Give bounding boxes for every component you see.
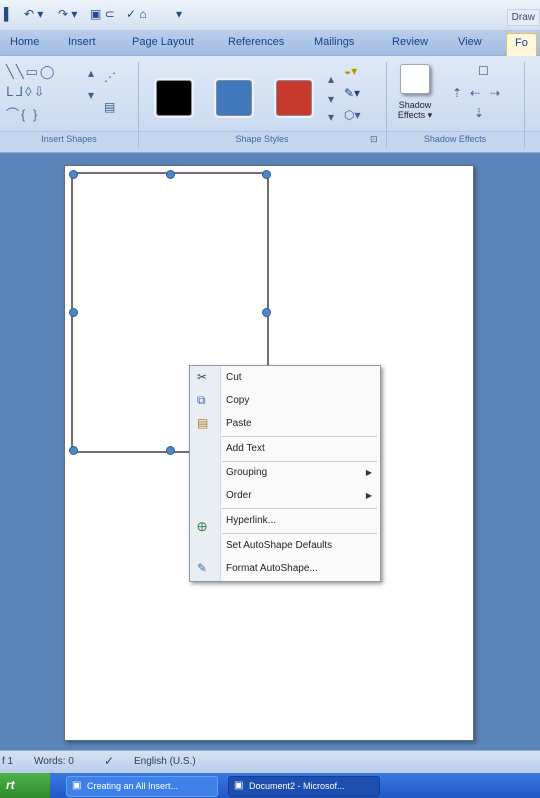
- shapes-scroll-down-icon[interactable]: ▾: [88, 88, 94, 102]
- resize-handle-top[interactable]: [166, 170, 175, 179]
- resize-handle-right[interactable]: [262, 308, 271, 317]
- tab-mailings[interactable]: Mailings: [314, 36, 354, 48]
- context-menu: ✂ Cut ⧉ Copy ▤ Paste Add Text Grouping ▶…: [189, 365, 381, 582]
- shape-outline-icon[interactable]: ✎▾: [344, 86, 360, 100]
- shapes-row-3-icon[interactable]: ⌒{ }: [6, 104, 39, 123]
- print-preview-icon[interactable]: ▣ ⊂: [90, 7, 115, 21]
- hyperlink-icon: 🜨: [197, 520, 208, 534]
- resize-handle-left[interactable]: [69, 308, 78, 317]
- tab-view[interactable]: View: [458, 36, 482, 48]
- word-icon: ▣: [234, 780, 244, 791]
- customize-icon[interactable]: ▾: [176, 7, 182, 21]
- shapes-row-1-icon[interactable]: ╲╲▭◯: [6, 64, 57, 80]
- menu-separator: [222, 508, 377, 509]
- nudge-shadow-up-icon[interactable]: ⇡: [452, 86, 462, 100]
- change-shape-icon[interactable]: ⬡▾: [344, 108, 361, 122]
- format-shape-icon: ✎: [197, 561, 208, 575]
- menu-separator: [222, 533, 377, 534]
- shadow-on-off-icon[interactable]: ☐: [478, 64, 489, 78]
- spelling-icon[interactable]: ✓ ⌂: [126, 7, 147, 21]
- save-icon[interactable]: ▌: [4, 7, 13, 21]
- shadow-effects-button[interactable]: Shadow Effects ▾: [392, 62, 438, 128]
- undo-icon[interactable]: ↶ ▾: [24, 7, 43, 21]
- tab-home[interactable]: Home: [10, 36, 39, 48]
- style-swatch-blue[interactable]: [216, 80, 252, 116]
- menu-item-paste[interactable]: Paste: [226, 418, 252, 429]
- styles-scroll-up-icon[interactable]: ▴: [328, 72, 334, 86]
- menu-item-format-autoshape[interactable]: Format AutoShape...: [226, 563, 318, 574]
- styles-scroll-down-icon[interactable]: ▾: [328, 92, 334, 106]
- taskbar-button-document2[interactable]: ▣ Document2 - Microsof...: [228, 776, 380, 797]
- shadow-button-line2: Effects ▾: [397, 110, 433, 120]
- menu-item-hyperlink[interactable]: Hyperlink...: [226, 515, 276, 526]
- tab-review[interactable]: Review: [392, 36, 428, 48]
- tab-insert[interactable]: Insert: [68, 36, 96, 48]
- tab-format[interactable]: Fo: [506, 33, 537, 58]
- group-separator: [524, 62, 525, 148]
- scissors-icon: ✂: [197, 370, 208, 384]
- menu-item-order[interactable]: Order: [226, 490, 252, 501]
- menu-separator: [222, 436, 377, 437]
- title-bar: ▌ ↶ ▾ ↷ ▾ ▣ ⊂ ✓ ⌂ ▾ Draw: [0, 0, 540, 31]
- style-swatch-black[interactable]: [156, 80, 192, 116]
- resize-handle-top-right[interactable]: [262, 170, 271, 179]
- submenu-arrow-icon: ▶: [365, 491, 372, 500]
- dialog-launcher-icon[interactable]: ⊡: [370, 134, 378, 145]
- status-language[interactable]: English (U.S.): [134, 756, 196, 767]
- start-button[interactable]: rt: [0, 773, 50, 798]
- shapes-scroll-up-icon[interactable]: ▴: [88, 66, 94, 80]
- style-swatch-red[interactable]: [276, 80, 312, 116]
- nudge-shadow-left-icon[interactable]: ⇠: [470, 86, 480, 100]
- menu-separator: [222, 461, 377, 462]
- resize-handle-top-left[interactable]: [69, 170, 78, 179]
- ribbon-tabs: Home Insert Page Layout References Maili…: [0, 31, 540, 58]
- window-title: Draw: [506, 9, 540, 26]
- resize-handle-bottom-left[interactable]: [69, 446, 78, 455]
- status-page[interactable]: f 1: [2, 756, 13, 767]
- insert-shapes-label: Insert Shapes: [41, 134, 97, 144]
- submenu-arrow-icon: ▶: [365, 468, 372, 477]
- menu-item-grouping[interactable]: Grouping: [226, 467, 267, 478]
- status-word-count[interactable]: Words: 0: [34, 756, 74, 767]
- shapes-row-2-icon[interactable]: ᒪᒧ◊⇩: [6, 84, 47, 100]
- menu-item-copy[interactable]: Copy: [226, 395, 249, 406]
- nudge-shadow-down-icon[interactable]: ⇣: [474, 106, 484, 120]
- menu-item-set-autoshape-defaults[interactable]: Set AutoShape Defaults: [226, 540, 332, 551]
- menu-item-add-text[interactable]: Add Text: [226, 443, 265, 454]
- shadow-preview-icon: [400, 64, 430, 94]
- window-icon: ▣: [72, 780, 82, 791]
- menu-item-cut[interactable]: Cut: [226, 372, 242, 383]
- tab-page-layout[interactable]: Page Layout: [132, 36, 194, 48]
- shadow-button-line1: Shadow: [398, 100, 432, 110]
- edit-shape-icon[interactable]: ⋰: [104, 70, 116, 84]
- paste-icon: ▤: [197, 416, 209, 430]
- taskbar-button-creating[interactable]: ▣ Creating an All Insert...: [66, 776, 218, 797]
- shape-styles-label: Shape Styles: [235, 134, 289, 144]
- shape-fill-icon[interactable]: ◒▾: [344, 64, 357, 78]
- shadow-effects-label: Shadow Effects: [423, 134, 487, 144]
- nudge-shadow-right-icon[interactable]: ⇢: [490, 86, 500, 100]
- redo-icon[interactable]: ↷ ▾: [58, 7, 77, 21]
- proofing-icon[interactable]: ✓: [104, 754, 114, 768]
- copy-icon: ⧉: [197, 393, 206, 407]
- resize-handle-bottom[interactable]: [166, 446, 175, 455]
- styles-more-icon[interactable]: ▾: [328, 110, 334, 124]
- status-bar: f 1 Words: 0 ✓ English (U.S.): [0, 750, 540, 773]
- text-box-icon[interactable]: ▤: [104, 100, 115, 114]
- tab-references[interactable]: References: [228, 36, 284, 48]
